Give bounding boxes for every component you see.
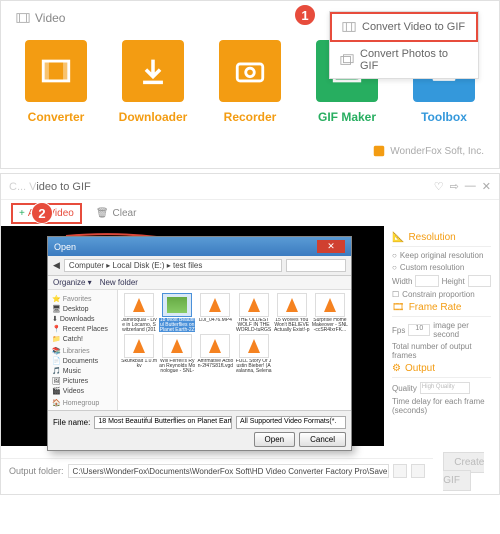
- section-framerate: 🎞 Frame Rate: [392, 302, 491, 317]
- sidebar-pictures[interactable]: 🖼 Pictures: [50, 376, 115, 386]
- menu-convert-photos-to-gif[interactable]: Convert Photos to GIF: [330, 42, 478, 78]
- toolbar: + Add Video 🗑 Clear: [1, 200, 499, 226]
- file-item[interactable]: DJI_0476.MP4: [197, 293, 233, 332]
- dialog-close-button[interactable]: ✕: [317, 240, 345, 253]
- window-title: C... Video to GIF ♡ ⇨ — ✕: [1, 174, 499, 200]
- filename-input[interactable]: 18 Most Beautiful Butterflies on Planet …: [94, 416, 232, 429]
- filter-select[interactable]: All Supported Video Formats(*.: [236, 416, 346, 429]
- time-delay-label: Time delay for each frame (seconds): [392, 397, 491, 415]
- filename-label: File name:: [53, 418, 90, 427]
- fps-input[interactable]: 10: [408, 324, 430, 336]
- sidebar-catch[interactable]: 📁 Catch!: [50, 334, 115, 344]
- sidebar-music[interactable]: 🎵 Music: [50, 366, 115, 376]
- browse-button[interactable]: [393, 464, 407, 478]
- step-badge-1: 1: [294, 4, 316, 26]
- section-resolution: 📐 Resolution: [392, 232, 491, 247]
- settings-pane: 📐 Resolution ○ Keep original resolution …: [384, 226, 499, 446]
- height-input[interactable]: [468, 275, 491, 287]
- file-item[interactable]: 18 Most Beautiful Butterflies on Planet …: [159, 293, 195, 332]
- sidebar-desktop[interactable]: 🖥 Desktop: [50, 304, 115, 314]
- file-item[interactable]: Skunkbait 1.0.mkv: [121, 334, 157, 373]
- logo-icon: [372, 144, 386, 158]
- sidebar-libraries[interactable]: 📚 Libraries: [50, 346, 115, 356]
- file-item[interactable]: FULL Story Of Justin Bieber! (Avalanna, …: [236, 334, 272, 373]
- sidebar-favorites[interactable]: ⭐ Favorites: [50, 294, 115, 304]
- open-folder-button[interactable]: [411, 464, 425, 478]
- open-button[interactable]: Open: [254, 432, 296, 447]
- file-item[interactable]: Jamiroquai - Live in Locarno, Switzerlan…: [121, 293, 157, 332]
- download-icon: [136, 54, 170, 88]
- plus-icon: +: [19, 208, 25, 219]
- width-input[interactable]: [415, 275, 438, 287]
- camera-icon: [233, 54, 267, 88]
- film-icon: [39, 54, 73, 88]
- total-frames-label: Total number of output frames: [392, 342, 491, 360]
- output-path-input[interactable]: C:\Users\WonderFox\Documents\WonderFox S…: [68, 464, 390, 478]
- sidebar-downloads[interactable]: ⬇ Downloads: [50, 314, 115, 324]
- gif-menu: Convert Video to GIF Convert Photos to G…: [329, 11, 479, 79]
- preview-area: Open ✕ ◀ Computer ▸ Local Disk (E:) ▸ te…: [1, 226, 384, 446]
- cancel-button[interactable]: Cancel: [299, 432, 346, 447]
- sidebar-videos[interactable]: 🎬 Videos: [50, 386, 115, 396]
- opt-keep-resolution[interactable]: ○ Keep original resolution: [392, 251, 491, 260]
- module-converter[interactable]: Converter: [16, 40, 96, 124]
- close-icon[interactable]: ✕: [482, 180, 491, 193]
- opt-constrain[interactable]: ☐ Constrain proportion: [392, 290, 491, 299]
- heart-icon[interactable]: ♡: [434, 180, 444, 193]
- footer-brand: WonderFox Soft, Inc.: [16, 144, 484, 158]
- sidebar-documents[interactable]: 📄 Documents: [50, 356, 115, 366]
- dialog-toolbar: Organize ▾ New folder: [48, 276, 351, 290]
- breadcrumb[interactable]: Computer ▸ Local Disk (E:) ▸ test files: [64, 259, 282, 272]
- create-gif-button[interactable]: Create GIF: [443, 452, 484, 491]
- file-item[interactable]: Surprise Home Makeover - SNL-ccSR4IxrFK.…: [312, 293, 348, 332]
- sidebar-recent[interactable]: 📍 Recent Places: [50, 324, 115, 334]
- file-item[interactable]: Will Ferrell's Ryan Reynolds Monologue -…: [159, 334, 195, 373]
- open-dialog: Open ✕ ◀ Computer ▸ Local Disk (E:) ▸ te…: [47, 236, 352, 451]
- share-icon[interactable]: ⇨: [450, 180, 459, 193]
- step-badge-2: 2: [31, 202, 53, 224]
- menu-convert-video-to-gif[interactable]: Convert Video to GIF: [330, 12, 478, 42]
- search-input[interactable]: [286, 259, 346, 272]
- sidebar-homegroup[interactable]: 🏠 Homegroup: [50, 398, 115, 408]
- film-icon: [16, 11, 30, 25]
- images-icon: [340, 53, 354, 67]
- film-icon: [342, 20, 356, 34]
- clear-button[interactable]: 🗑 Clear: [96, 208, 137, 219]
- file-item[interactable]: THE OLDEST WOLF IN THE WORLD-tuRGSZtMA.w…: [236, 293, 272, 332]
- new-folder-button[interactable]: New folder: [100, 278, 138, 287]
- quality-select[interactable]: High Quality: [420, 382, 470, 394]
- dialog-titlebar: Open ✕: [48, 237, 351, 256]
- file-item[interactable]: 15 Wolves You Won't BELIEVE Actually Exi…: [274, 293, 310, 332]
- opt-custom-resolution[interactable]: ○ Custom resolution: [392, 263, 491, 272]
- trash-icon: 🗑: [96, 208, 109, 219]
- back-icon[interactable]: ◀: [53, 260, 60, 271]
- dialog-footer: File name: 18 Most Beautiful Butterflies…: [48, 410, 351, 450]
- section-output: ⚙ Output: [392, 363, 491, 378]
- file-item[interactable]: Affirmative Action-2f47S81fLvgd: [197, 334, 233, 373]
- module-recorder[interactable]: Recorder: [210, 40, 290, 124]
- dialog-sidebar: ⭐ Favorites 🖥 Desktop ⬇ Downloads 📍 Rece…: [48, 290, 118, 410]
- module-downloader[interactable]: Downloader: [113, 40, 193, 124]
- file-grid: Jamiroquai - Live in Locarno, Switzerlan…: [118, 290, 351, 410]
- dialog-nav: ◀ Computer ▸ Local Disk (E:) ▸ test file…: [48, 256, 351, 276]
- output-folder-row: Output folder: C:\Users\WonderFox\Docume…: [1, 458, 433, 483]
- organize-button[interactable]: Organize ▾: [53, 278, 92, 287]
- minimize-icon[interactable]: —: [465, 180, 476, 193]
